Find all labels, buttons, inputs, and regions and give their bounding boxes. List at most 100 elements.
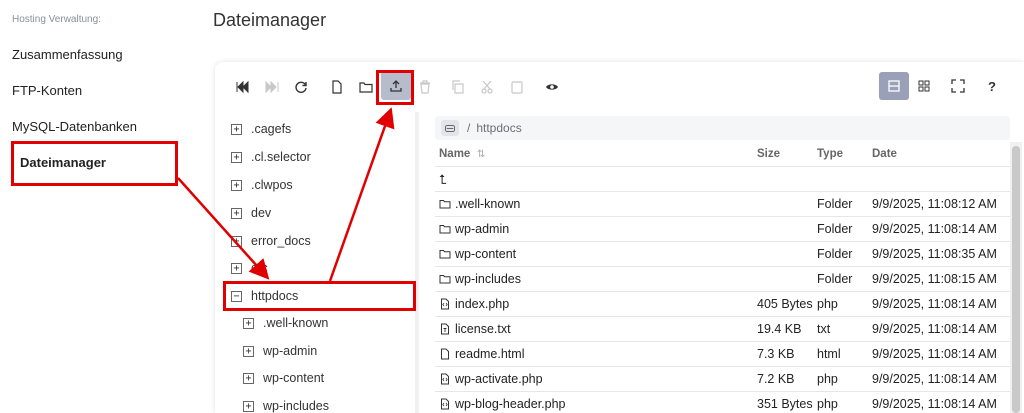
breadcrumb-separator: /	[467, 121, 471, 135]
table-row[interactable]: wp-admin Folder 9/9/2025, 11:08:14 AM	[435, 216, 1010, 241]
code-file-icon	[439, 298, 455, 310]
file-name[interactable]: license.txt	[439, 322, 511, 336]
file-name[interactable]: .well-known	[439, 197, 520, 211]
table-row[interactable]: license.txt 19.4 KB txt 9/9/2025, 11:08:14 …	[435, 316, 1010, 341]
refresh-icon[interactable]	[289, 76, 313, 98]
file-date: 9/9/2025, 11:08:14 AM	[872, 222, 997, 236]
page-title: Dateimanager	[213, 10, 327, 30]
expand-icon[interactable]: +	[243, 372, 254, 384]
fullscreen-icon	[951, 79, 965, 93]
sidebar-heading: Hosting Verwaltung:	[12, 14, 101, 25]
new-folder-icon[interactable]	[354, 76, 378, 98]
table-row[interactable]: readme.html 7.3 KB html 9/9/2025, 11:08:14 …	[435, 341, 1010, 366]
file-date: 9/9/2025, 11:08:14 AM	[872, 347, 997, 361]
file-type: Folder	[817, 197, 853, 211]
column-size[interactable]: Size	[757, 148, 780, 160]
sidebar-item-mysql[interactable]: MySQL-Datenbanken	[12, 119, 137, 134]
expand-icon[interactable]: +	[231, 179, 242, 191]
parent-directory-row[interactable]: ⮤	[435, 166, 1010, 191]
file-type: Folder	[817, 272, 853, 286]
sidebar-item-ftp[interactable]: FTP-Konten	[12, 83, 82, 98]
tree-item-label: .cagefs	[251, 122, 292, 136]
help-button[interactable]: ?	[977, 72, 1007, 100]
sidebar: Hosting Verwaltung: Zusammenfassung FTP-…	[0, 0, 200, 413]
upload-icon	[390, 79, 402, 92]
fullscreen-button[interactable]	[943, 72, 973, 100]
delete-icon[interactable]	[413, 76, 437, 98]
tree-item-label: .cl.selector	[251, 150, 311, 164]
tree-item[interactable]: + etc	[231, 258, 268, 278]
table-row[interactable]: wp-content Folder 9/9/2025, 11:08:35 AM	[435, 241, 1010, 266]
tree-item[interactable]: + .cl.selector	[231, 147, 311, 167]
panel-divider[interactable]	[415, 112, 419, 413]
scrollbar[interactable]	[1010, 142, 1022, 413]
tree-item[interactable]: + .well-known	[243, 313, 328, 333]
tree-item[interactable]: + wp-includes	[243, 396, 329, 413]
expand-icon[interactable]: +	[231, 207, 242, 219]
file-name[interactable]: wp-blog-header.php	[439, 397, 566, 411]
table-row[interactable]: index.php 405 Bytes php 9/9/2025, 11:08:14 …	[435, 291, 1010, 316]
sort-icon[interactable]: ⇅	[477, 149, 485, 160]
folder-icon	[439, 248, 455, 260]
table-row[interactable]: wp-activate.php 7.2 KB php 9/9/2025, 11:08:…	[435, 366, 1010, 391]
list-view-icon	[888, 80, 900, 92]
tree-item[interactable]: + .cagefs	[231, 119, 291, 139]
list-view-button[interactable]	[879, 72, 909, 100]
column-name[interactable]: Name	[439, 148, 470, 160]
first-icon[interactable]	[231, 76, 255, 98]
tree-item-label: wp-includes	[263, 399, 330, 413]
file-type: txt	[817, 322, 831, 336]
preview-icon[interactable]	[540, 76, 564, 98]
file-name[interactable]: wp-admin	[439, 222, 509, 236]
copy-icon[interactable]	[446, 76, 470, 98]
file-name[interactable]: index.php	[439, 297, 509, 311]
tree-item[interactable]: + dev	[231, 203, 271, 223]
file-name[interactable]: wp-includes	[439, 272, 521, 286]
upload-button[interactable]	[381, 71, 411, 100]
paste-icon[interactable]	[505, 76, 529, 98]
file-manager-panel: ? + .cagefs + .cl.selector + .clwpos + dev +…	[215, 62, 1024, 413]
expand-icon[interactable]: +	[243, 345, 254, 357]
collapse-icon[interactable]: −	[231, 290, 242, 302]
file-type: Folder	[817, 247, 853, 261]
file-name[interactable]: wp-content	[439, 247, 516, 261]
expand-icon[interactable]: +	[231, 235, 242, 247]
scrollbar-thumb[interactable]	[1012, 146, 1020, 413]
sidebar-item-file-manager[interactable]: Dateimanager	[20, 155, 106, 170]
drive-icon[interactable]	[441, 120, 459, 136]
tree-item[interactable]: + wp-admin	[243, 341, 317, 361]
expand-icon[interactable]: +	[243, 317, 254, 329]
tree-item[interactable]: + wp-content	[243, 368, 324, 388]
expand-icon[interactable]: +	[231, 123, 242, 135]
breadcrumb-path[interactable]: httpdocs	[476, 121, 521, 135]
folder-icon	[439, 223, 455, 235]
file-name[interactable]: readme.html	[439, 347, 524, 361]
table-row[interactable]: wp-includes Folder 9/9/2025, 11:08:15 AM	[435, 266, 1010, 291]
cut-icon[interactable]	[475, 76, 499, 98]
file-size: 351 Bytes	[757, 397, 813, 411]
expand-icon[interactable]: +	[231, 262, 242, 274]
tree-item[interactable]: + .clwpos	[231, 175, 293, 195]
column-date[interactable]: Date	[872, 148, 897, 160]
tree-item-label: .clwpos	[251, 178, 293, 192]
tree-item-httpdocs[interactable]: − httpdocs	[231, 286, 298, 306]
file-name[interactable]: wp-activate.php	[439, 372, 543, 386]
table-row[interactable]: wp-blog-header.php 351 Bytes php 9/9/2025, …	[435, 391, 1010, 413]
new-file-icon[interactable]	[325, 76, 349, 98]
toolbar: ?	[215, 62, 1024, 112]
file-date: 9/9/2025, 11:08:14 AM	[872, 322, 997, 336]
sidebar-item-summary[interactable]: Zusammenfassung	[12, 47, 123, 62]
tree-item-label: wp-admin	[263, 344, 318, 358]
tree-item[interactable]: + error_docs	[231, 231, 311, 251]
last-icon[interactable]	[260, 76, 284, 98]
table-row[interactable]: .well-known Folder 9/9/2025, 11:08:12 AM	[435, 191, 1010, 216]
file-type: php	[817, 397, 838, 411]
expand-icon[interactable]: +	[243, 400, 254, 412]
file-size: 405 Bytes	[757, 297, 813, 311]
breadcrumb: / httpdocs	[435, 116, 1010, 140]
file-date: 9/9/2025, 11:08:35 AM	[872, 247, 997, 261]
grid-view-button[interactable]	[909, 72, 939, 100]
file-date: 9/9/2025, 11:08:12 AM	[872, 197, 997, 211]
column-type[interactable]: Type	[817, 148, 843, 160]
expand-icon[interactable]: +	[231, 151, 242, 163]
